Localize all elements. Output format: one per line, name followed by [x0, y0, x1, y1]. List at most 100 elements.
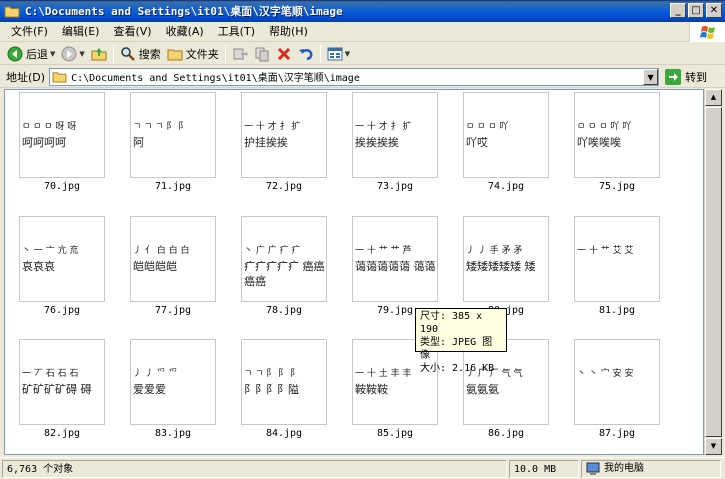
thumbnail-item[interactable]: 丶 丶 宀 安 安 87.jpg — [574, 339, 660, 439]
thumbnail-image[interactable]: ㅁ ㅁ ㅁ 吖 吖吖唉唉唉 — [574, 92, 660, 178]
search-button[interactable]: 搜索 — [117, 44, 164, 64]
thumbnail-filename: 82.jpg — [43, 428, 81, 439]
thumbnail-item[interactable]: ㅁ ㅁ ㅁ 吖 吖吖唉唉唉 75.jpg — [574, 92, 660, 192]
thumbnail-image[interactable]: 丿 亻 白 白 白皑皑皑皑 — [130, 216, 216, 302]
thumbnail-item[interactable]: 丿 丿 手 矛 矛矮矮矮矮矮 矮80.jpg — [463, 216, 549, 316]
vertical-scrollbar[interactable]: ▲ ▼ — [704, 89, 722, 455]
up-folder-icon — [91, 47, 107, 60]
menu-favorites[interactable]: 收藏(A) — [159, 23, 211, 41]
menu-file[interactable]: 文件(F) — [4, 23, 55, 41]
thumbnail-filename: 70.jpg — [43, 181, 81, 192]
stroke-order-row: 丿 丿 爫 爫 — [133, 369, 178, 379]
thumbnail-image[interactable]: ㄱ ㄱ ㄱ 阝 阝阿 — [130, 92, 216, 178]
status-location-label: 我的电脑 — [604, 462, 644, 474]
thumbnail-image[interactable]: 丶 广 广 疒 疒疒疒疒疒疒 癌癌癌癌 — [241, 216, 327, 302]
thumbnail-filename: 85.jpg — [376, 428, 414, 439]
thumbnail-item[interactable]: 丶 广 广 疒 疒疒疒疒疒疒 癌癌癌癌 78.jpg — [241, 216, 327, 316]
copy-to-icon — [255, 47, 269, 61]
toolbar-separator — [224, 44, 226, 63]
status-object-count: 6,763 个对象 — [2, 459, 507, 478]
address-path: C:\Documents and Settings\it01\桌面\汉字笔顺\i… — [71, 73, 360, 84]
menu-edit[interactable]: 编辑(E) — [55, 23, 107, 41]
back-dropdown-icon[interactable]: ▼ — [50, 50, 55, 58]
stroke-order-row: 氨氨氨 — [466, 383, 499, 396]
minimize-button[interactable]: _ — [670, 3, 686, 18]
thumbnail-item[interactable]: 丿 丿 爫 爫爱爱爱 83.jpg — [130, 339, 216, 439]
folders-button[interactable]: 文件夹 — [164, 44, 222, 64]
move-to-button[interactable] — [229, 44, 251, 64]
stroke-order-row: 一 丆 石 石 石 — [22, 369, 79, 379]
address-dropdown-icon[interactable]: ▼ — [643, 68, 659, 85]
views-dropdown-icon[interactable]: ▼ — [345, 50, 350, 58]
stroke-order-row: 丿 亻 白 白 白 — [133, 246, 190, 256]
thumbnail-item[interactable]: 一 丆 石 石 石矿矿矿矿碍 碍 82.jpg — [19, 339, 105, 439]
stroke-order-row: 吖唉唉唉 — [577, 136, 621, 149]
delete-button[interactable] — [273, 44, 295, 64]
forward-dropdown-icon[interactable]: ▼ — [79, 50, 84, 58]
menu-view[interactable]: 查看(V) — [106, 23, 158, 41]
maximize-button[interactable]: □ — [688, 3, 704, 18]
stroke-order-row: ㅁ ㅁ ㅁ 呀 呀 — [22, 122, 77, 132]
stroke-order-row: 矮矮矮矮矮 矮 — [466, 260, 536, 273]
thumbnail-image[interactable]: 一 丆 石 石 石矿矿矿矿碍 碍 — [19, 339, 105, 425]
thumbnail-image[interactable]: 一 十 才 扌 扩护挂挨挨 — [241, 92, 327, 178]
thumbnail-image[interactable]: 丿 丿 爫 爫爱爱爱 — [130, 339, 216, 425]
folders-label: 文件夹 — [185, 47, 219, 61]
thumbnail-item[interactable]: ㄱ ㄱ 阝 阝 阝阝阝阝阝隘 84.jpg — [241, 339, 327, 439]
scroll-up-button[interactable]: ▲ — [705, 89, 722, 106]
thumbnail-item[interactable]: 丶 一 亠 亢 㐬哀哀哀 76.jpg — [19, 216, 105, 316]
thumbnail-image[interactable]: ㅁ ㅁ ㅁ 吖吖哎 — [463, 92, 549, 178]
thumbnail-image[interactable]: ㅁ ㅁ ㅁ 呀 呀呵呵呵呵 — [19, 92, 105, 178]
stroke-order-row: 丶 广 广 疒 疒 — [244, 246, 301, 256]
back-button[interactable]: 后退 ▼ — [4, 44, 58, 64]
menu-tools[interactable]: 工具(T) — [211, 23, 262, 41]
menu-help[interactable]: 帮助(H) — [262, 23, 315, 41]
thumbnail-item[interactable]: ㅁ ㅁ ㅁ 呀 呀呵呵呵呵 70.jpg — [19, 92, 105, 192]
views-button[interactable]: ▼ — [324, 44, 353, 64]
close-button[interactable]: ✕ — [706, 3, 722, 18]
forward-button[interactable]: ▼ — [58, 44, 87, 64]
thumbnail-image[interactable]: 一 十 才 扌 扩挨挨挨挨 — [352, 92, 438, 178]
thumbnail-item[interactable]: 一 十 艹 艾 艾 81.jpg — [574, 216, 660, 316]
back-label: 后退 — [26, 47, 48, 61]
address-input[interactable]: C:\Documents and Settings\it01\桌面\汉字笔顺\i… — [49, 67, 660, 86]
up-folder-button[interactable] — [88, 44, 110, 64]
views-grid-icon — [327, 47, 343, 60]
toolbar-separator — [112, 44, 114, 63]
tooltip-dimensions: 尺寸: 385 x 190 — [420, 311, 483, 335]
scroll-thumb[interactable] — [705, 107, 722, 437]
thumbnail-filename: 87.jpg — [598, 428, 636, 439]
back-arrow-icon — [7, 46, 23, 61]
thumbnail-item[interactable]: ㅁ ㅁ ㅁ 吖吖哎 74.jpg — [463, 92, 549, 192]
thumbnail-item[interactable]: 丿 亻 白 白 白皑皑皑皑 77.jpg — [130, 216, 216, 316]
thumbnail-filename: 84.jpg — [265, 428, 303, 439]
thumbnail-image[interactable]: 一 十 艹 艹 芦蔼蔼蔼蔼蔼 蔼蔼 — [352, 216, 438, 302]
thumbnail-image[interactable]: 一 十 艹 艾 艾 — [574, 216, 660, 302]
thumbnail-item[interactable]: ㄱ ㄱ ㄱ 阝 阝阿 71.jpg — [130, 92, 216, 192]
address-bar: 地址(D) C:\Documents and Settings\it01\桌面\… — [0, 66, 725, 88]
thumbnail-image[interactable]: 丶 一 亠 亢 㐬哀哀哀 — [19, 216, 105, 302]
copy-to-button[interactable] — [251, 44, 273, 64]
thumbnail-image[interactable]: 丶 丶 宀 安 安 — [574, 339, 660, 425]
folders-icon — [167, 49, 183, 60]
folder-icon — [52, 72, 67, 83]
file-list-view[interactable]: ㅁ ㅁ ㅁ 呀 呀呵呵呵呵 70.jpg ㄱ ㄱ ㄱ 阝 阝阿 71.jpg 一 十 才… — [4, 89, 704, 455]
thumbnail-image[interactable]: ㄱ ㄱ 阝 阝 阝阝阝阝阝隘 — [241, 339, 327, 425]
go-button[interactable]: 转到 — [665, 68, 707, 85]
thumbnail-item[interactable]: 一 十 艹 艹 芦蔼蔼蔼蔼蔼 蔼蔼 79.jpg — [352, 216, 438, 316]
undo-button[interactable] — [295, 44, 317, 64]
folder-icon — [4, 6, 20, 18]
stroke-order-row: 呵呵呵呵 — [22, 136, 66, 149]
stroke-order-row: 蔼蔼蔼蔼蔼 蔼蔼 — [355, 260, 436, 273]
thumbnail-item[interactable]: 一 十 才 扌 扩挨挨挨挨 73.jpg — [352, 92, 438, 192]
tooltip-type: 类型: JPEG 图像 — [420, 337, 493, 361]
title-bar[interactable]: C:\Documents and Settings\it01\桌面\汉字笔顺\i… — [0, 0, 725, 22]
thumbnail-filename: 81.jpg — [598, 305, 636, 316]
stroke-order-row: 一 十 土 丰 丰 — [355, 369, 412, 379]
thumbnail-image[interactable]: 丿 丿 手 矛 矛矮矮矮矮矮 矮 — [463, 216, 549, 302]
thumbnail-item[interactable]: 一 十 才 扌 扩护挂挨挨 72.jpg — [241, 92, 327, 192]
thumbnail-filename: 74.jpg — [487, 181, 525, 192]
stroke-order-row: 护挂挨挨 — [244, 136, 288, 149]
scroll-down-button[interactable]: ▼ — [705, 438, 722, 455]
status-bar: 6,763 个对象 10.0 MB 我的电脑 — [0, 457, 725, 479]
